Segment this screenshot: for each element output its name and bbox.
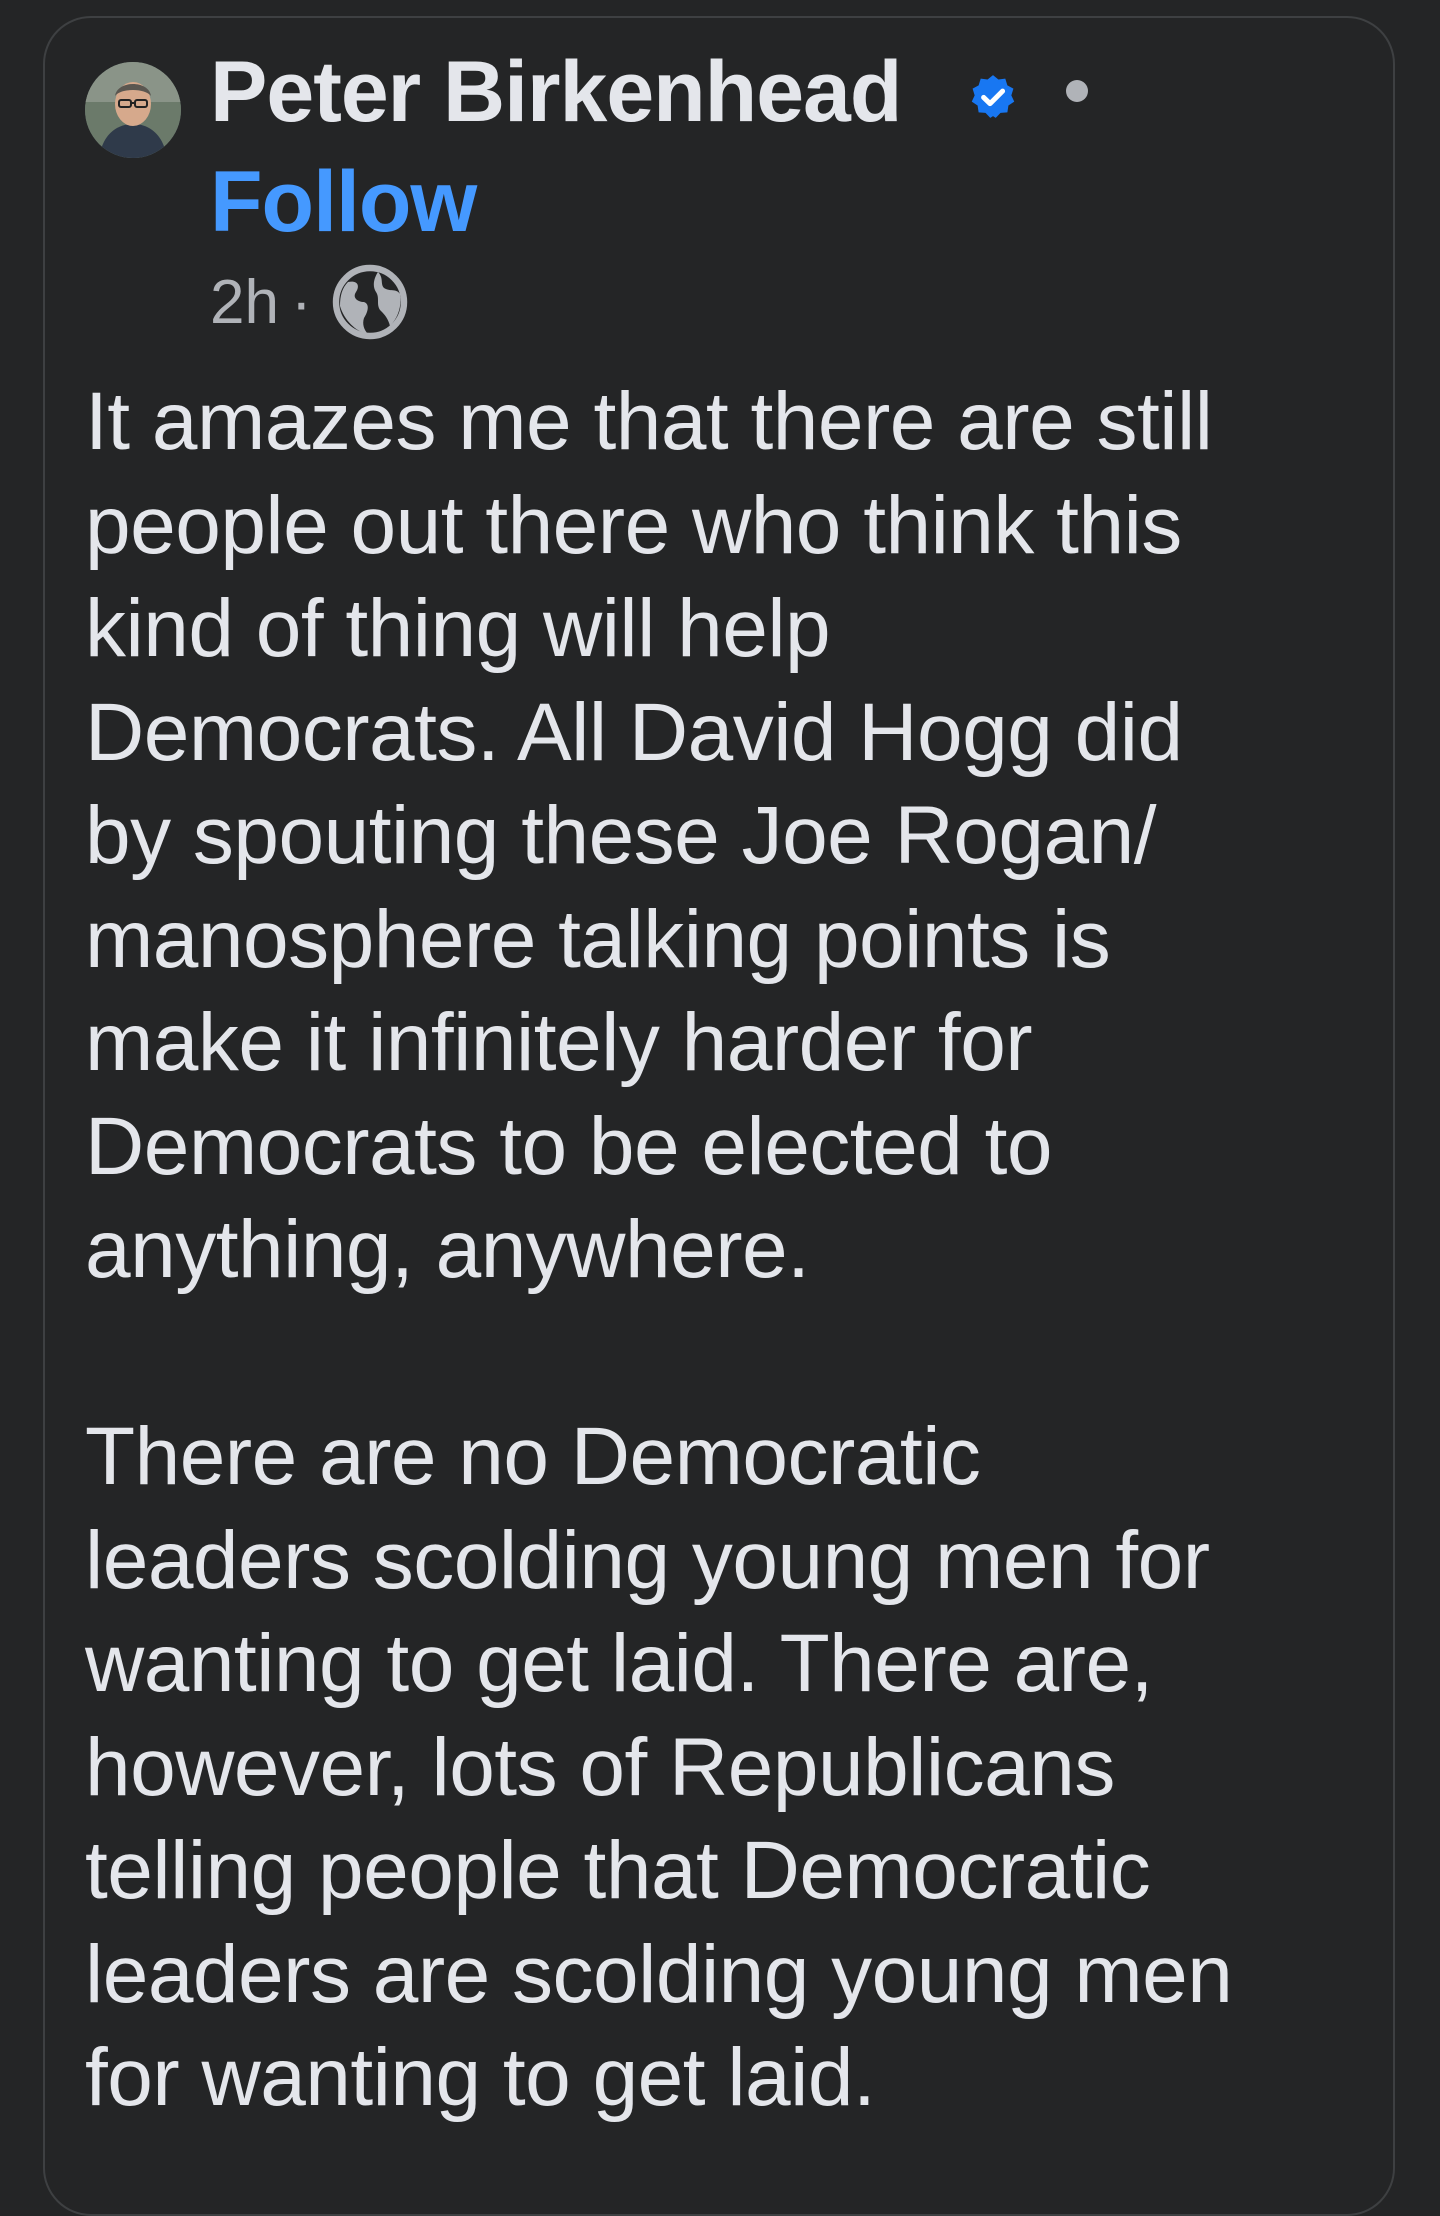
meta-separator: ·	[290, 267, 312, 337]
post-meta: 2h ·	[210, 262, 410, 342]
verified-badge-icon	[971, 75, 1015, 118]
post-paragraph-2: There are no Democratic leaders scolding…	[85, 1411, 1233, 2123]
author-name[interactable]: Peter Birkenhead	[210, 42, 902, 142]
post-timestamp[interactable]: 2h	[210, 267, 279, 338]
follow-button[interactable]: Follow	[210, 152, 477, 252]
post-paragraph-1: It amazes me that there are still people…	[85, 376, 1213, 1295]
avatar-photo	[85, 62, 181, 158]
separator-dot	[1066, 80, 1088, 102]
author-avatar[interactable]	[85, 62, 181, 158]
globe-icon[interactable]	[330, 262, 410, 342]
